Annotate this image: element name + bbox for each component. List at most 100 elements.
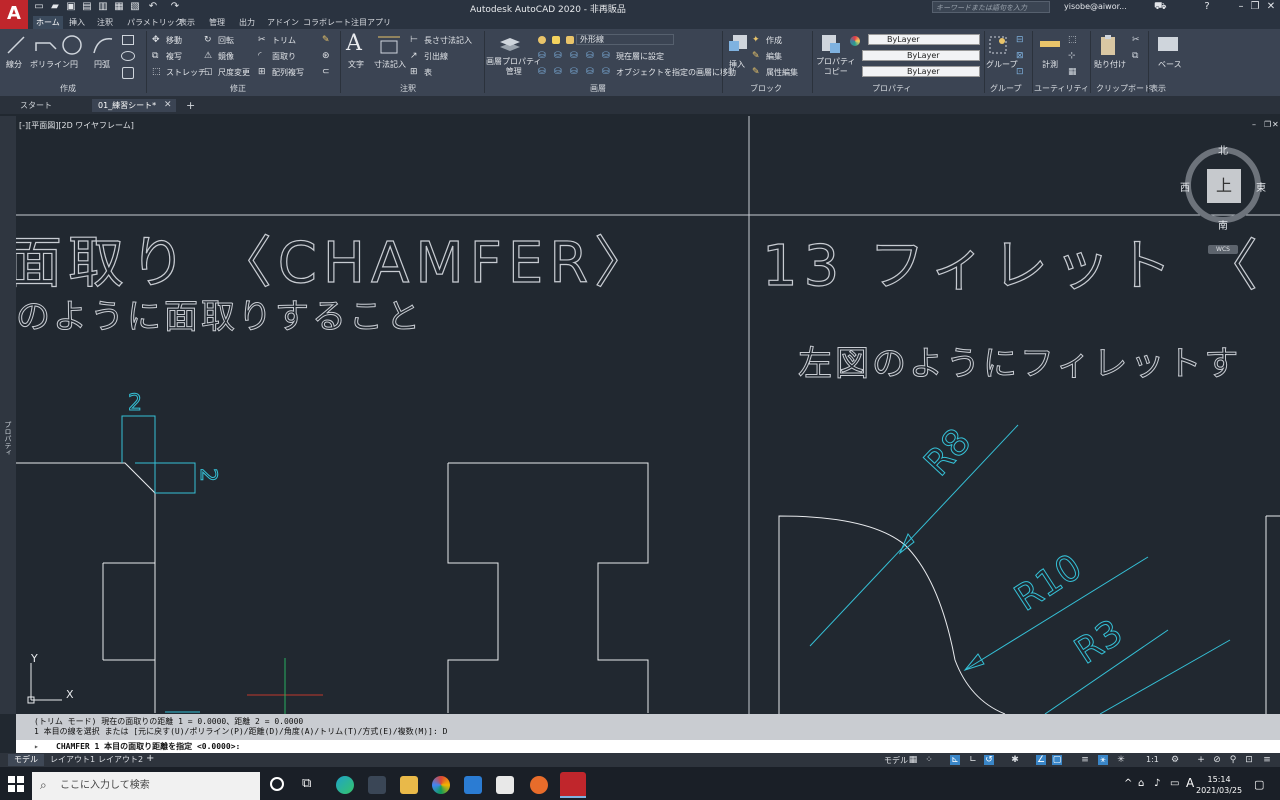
print-icon[interactable]: ▧ xyxy=(130,2,140,12)
drawing-geometry[interactable]: 面取り 〈CHAMFER〉 のように面取りすること 2 2 Y X 13 フィレ… xyxy=(16,116,1280,714)
linear-dimension-button[interactable]: 長さ寸法記入 xyxy=(424,35,472,46)
volume-icon[interactable]: ♪ xyxy=(1154,778,1160,789)
utilities-panel-label[interactable]: ユーティリティ xyxy=(1034,83,1089,94)
edit-block-button[interactable]: 編集 xyxy=(766,51,782,62)
layer-icon[interactable]: ⛁ xyxy=(586,67,597,78)
app-icon[interactable] xyxy=(530,776,548,794)
offset-icon[interactable]: ⊂ xyxy=(322,67,333,78)
tab-insert[interactable]: 挿入 xyxy=(66,16,88,29)
copy-button[interactable]: 複写 xyxy=(166,51,182,62)
base-view-button[interactable]: ベース xyxy=(1158,59,1182,70)
viewport-restore-icon[interactable]: ❐ xyxy=(1264,120,1271,129)
command-prompt-icon[interactable]: ▸ xyxy=(34,740,39,753)
stretch-button[interactable]: ストレッチ xyxy=(166,67,206,78)
group-select-icon[interactable]: ⊡ xyxy=(1016,67,1027,78)
clipboard-panel-label[interactable]: クリップボード xyxy=(1096,83,1152,94)
open-file-icon[interactable]: ▰ xyxy=(50,2,60,12)
save-as-icon[interactable]: ▤ xyxy=(82,2,92,12)
rotate-button[interactable]: 回転 xyxy=(218,35,234,46)
redo-icon[interactable]: ↷ xyxy=(170,2,180,12)
layer-icon[interactable]: ⛁ xyxy=(570,67,581,78)
new-file-icon[interactable]: ▭ xyxy=(34,2,44,12)
tab-featured-apps[interactable]: 注目アプリ xyxy=(348,16,394,29)
tray-chevron-icon[interactable]: ^ xyxy=(1124,778,1132,789)
command-line-input[interactable]: ▸ CHAMFER 1 本目の面取り距離を指定 <0.0000>: xyxy=(16,740,1280,753)
notification-icon[interactable]: ▢ xyxy=(1254,778,1264,791)
close-icon[interactable]: ✕ xyxy=(1266,2,1276,12)
set-current-layer-button[interactable]: 現在層に設定 xyxy=(616,51,664,62)
search-input[interactable]: キーワードまたは語句を入力 xyxy=(932,1,1050,13)
layer-icon[interactable]: ⛁ xyxy=(538,51,549,62)
tab-model[interactable]: モデル xyxy=(8,754,44,766)
ungroup-icon[interactable]: ⊟ xyxy=(1016,35,1027,46)
viewcube-south[interactable]: 南 xyxy=(1218,217,1228,232)
close-tab-icon[interactable]: ✕ xyxy=(164,100,172,110)
store-icon[interactable] xyxy=(368,776,386,794)
layers-panel-label[interactable]: 画層 xyxy=(590,83,606,94)
id-point-icon[interactable]: ⊹ xyxy=(1068,51,1079,62)
layer-icon[interactable]: ⛁ xyxy=(554,51,565,62)
fillet-chamfer-button[interactable]: 面取り xyxy=(272,51,296,62)
array-button[interactable]: 配列複写 xyxy=(272,67,304,78)
layer-icon[interactable]: ⛁ xyxy=(554,67,565,78)
dimension-button[interactable]: 寸法記入 xyxy=(374,59,406,70)
modify-panel-label[interactable]: 修正 xyxy=(230,83,246,94)
plot-icon[interactable]: ▦ xyxy=(114,2,124,12)
groups-panel-label[interactable]: グループ xyxy=(990,83,1022,94)
web-mobile-icon[interactable]: ▥ xyxy=(98,2,108,12)
infer-constraints-icon[interactable]: ⊾ xyxy=(950,755,960,765)
viewcube-west[interactable]: 西 xyxy=(1180,179,1190,194)
quick-properties-icon[interactable]: ⚲ xyxy=(1228,755,1238,765)
line-button[interactable]: 線分 xyxy=(6,59,22,70)
snap-icon[interactable]: ⁘ xyxy=(924,755,934,765)
explode-icon[interactable]: ⊛ xyxy=(322,51,333,62)
drawing-canvas[interactable]: 面取り 〈CHAMFER〉 のように面取りすること 2 2 Y X 13 フィレ… xyxy=(16,116,1280,714)
cart-icon[interactable]: ⛟ xyxy=(1154,2,1167,12)
properties-palette-strip[interactable]: プロパティ xyxy=(0,116,16,714)
annotation-visibility-icon[interactable]: ⚹ xyxy=(1098,755,1108,765)
copy-clip-icon[interactable]: ⧉ xyxy=(1132,51,1143,62)
lineweight-dropdown[interactable]: ByLayer xyxy=(862,66,980,77)
tab-home[interactable]: ホーム xyxy=(33,16,63,29)
move-to-layer-button[interactable]: オブジェクトを指定の画層に移動 xyxy=(616,67,736,78)
text-button[interactable]: 文字 xyxy=(348,59,364,70)
arc-button[interactable]: 円弧 xyxy=(94,59,110,70)
taskbar-search-input[interactable]: ここに入力して検索 xyxy=(32,772,260,800)
auto-scale-icon[interactable]: ✳ xyxy=(1116,755,1126,765)
mirror-button[interactable]: 鏡像 xyxy=(218,51,234,62)
taskbar-clock[interactable]: 15:14 2021/03/25 xyxy=(1196,774,1242,796)
create-block-button[interactable]: 作成 xyxy=(766,35,782,46)
minimize-icon[interactable]: – xyxy=(1236,2,1246,12)
tab-annotate[interactable]: 注釈 xyxy=(94,16,116,29)
tab-addins[interactable]: アドイン xyxy=(264,16,302,29)
annotation-panel-label[interactable]: 注釈 xyxy=(400,83,416,94)
properties-panel-label[interactable]: プロパティ xyxy=(872,83,912,94)
layer-icon[interactable]: ⛁ xyxy=(570,51,581,62)
polar-icon[interactable]: ✱ xyxy=(1010,755,1020,765)
calculator-icon[interactable]: ▦ xyxy=(1068,67,1079,78)
network-icon[interactable]: ⌂ xyxy=(1138,778,1144,789)
wcs-menu[interactable]: WCS xyxy=(1208,245,1238,254)
edit-attribute-button[interactable]: 属性編集 xyxy=(766,67,798,78)
tab-start[interactable]: スタート xyxy=(14,99,58,112)
customization-icon[interactable]: ≡ xyxy=(1262,755,1272,765)
tab-view[interactable]: 表示 xyxy=(176,16,198,29)
tab-manage[interactable]: 管理 xyxy=(206,16,228,29)
osnap-icon[interactable]: ∠ xyxy=(1036,755,1046,765)
group-button[interactable]: グループ xyxy=(986,59,1018,70)
scale-button[interactable]: 尺度変更 xyxy=(218,67,250,78)
app-icon[interactable] xyxy=(496,776,514,794)
chrome-icon[interactable] xyxy=(432,776,450,794)
layer-properties-button[interactable]: 画層プロパティ 管理 xyxy=(486,57,542,77)
cut-icon[interactable]: ✂ xyxy=(1132,35,1143,46)
undo-icon[interactable]: ↶ xyxy=(148,2,158,12)
insert-button[interactable]: 挿入 xyxy=(729,59,745,70)
task-view-icon[interactable]: ⧉ xyxy=(302,776,311,791)
erase-icon[interactable]: ✎ xyxy=(322,35,333,46)
dynamic-input-icon[interactable]: ∟ xyxy=(968,755,978,765)
annotation-monitor-icon[interactable]: + xyxy=(1196,755,1206,765)
block-panel-label[interactable]: ブロック xyxy=(750,83,782,94)
tab-layout2[interactable]: レイアウト2 xyxy=(92,754,149,766)
save-icon[interactable]: ▣ xyxy=(66,2,76,12)
viewport-minimize-icon[interactable]: – xyxy=(1252,120,1256,129)
